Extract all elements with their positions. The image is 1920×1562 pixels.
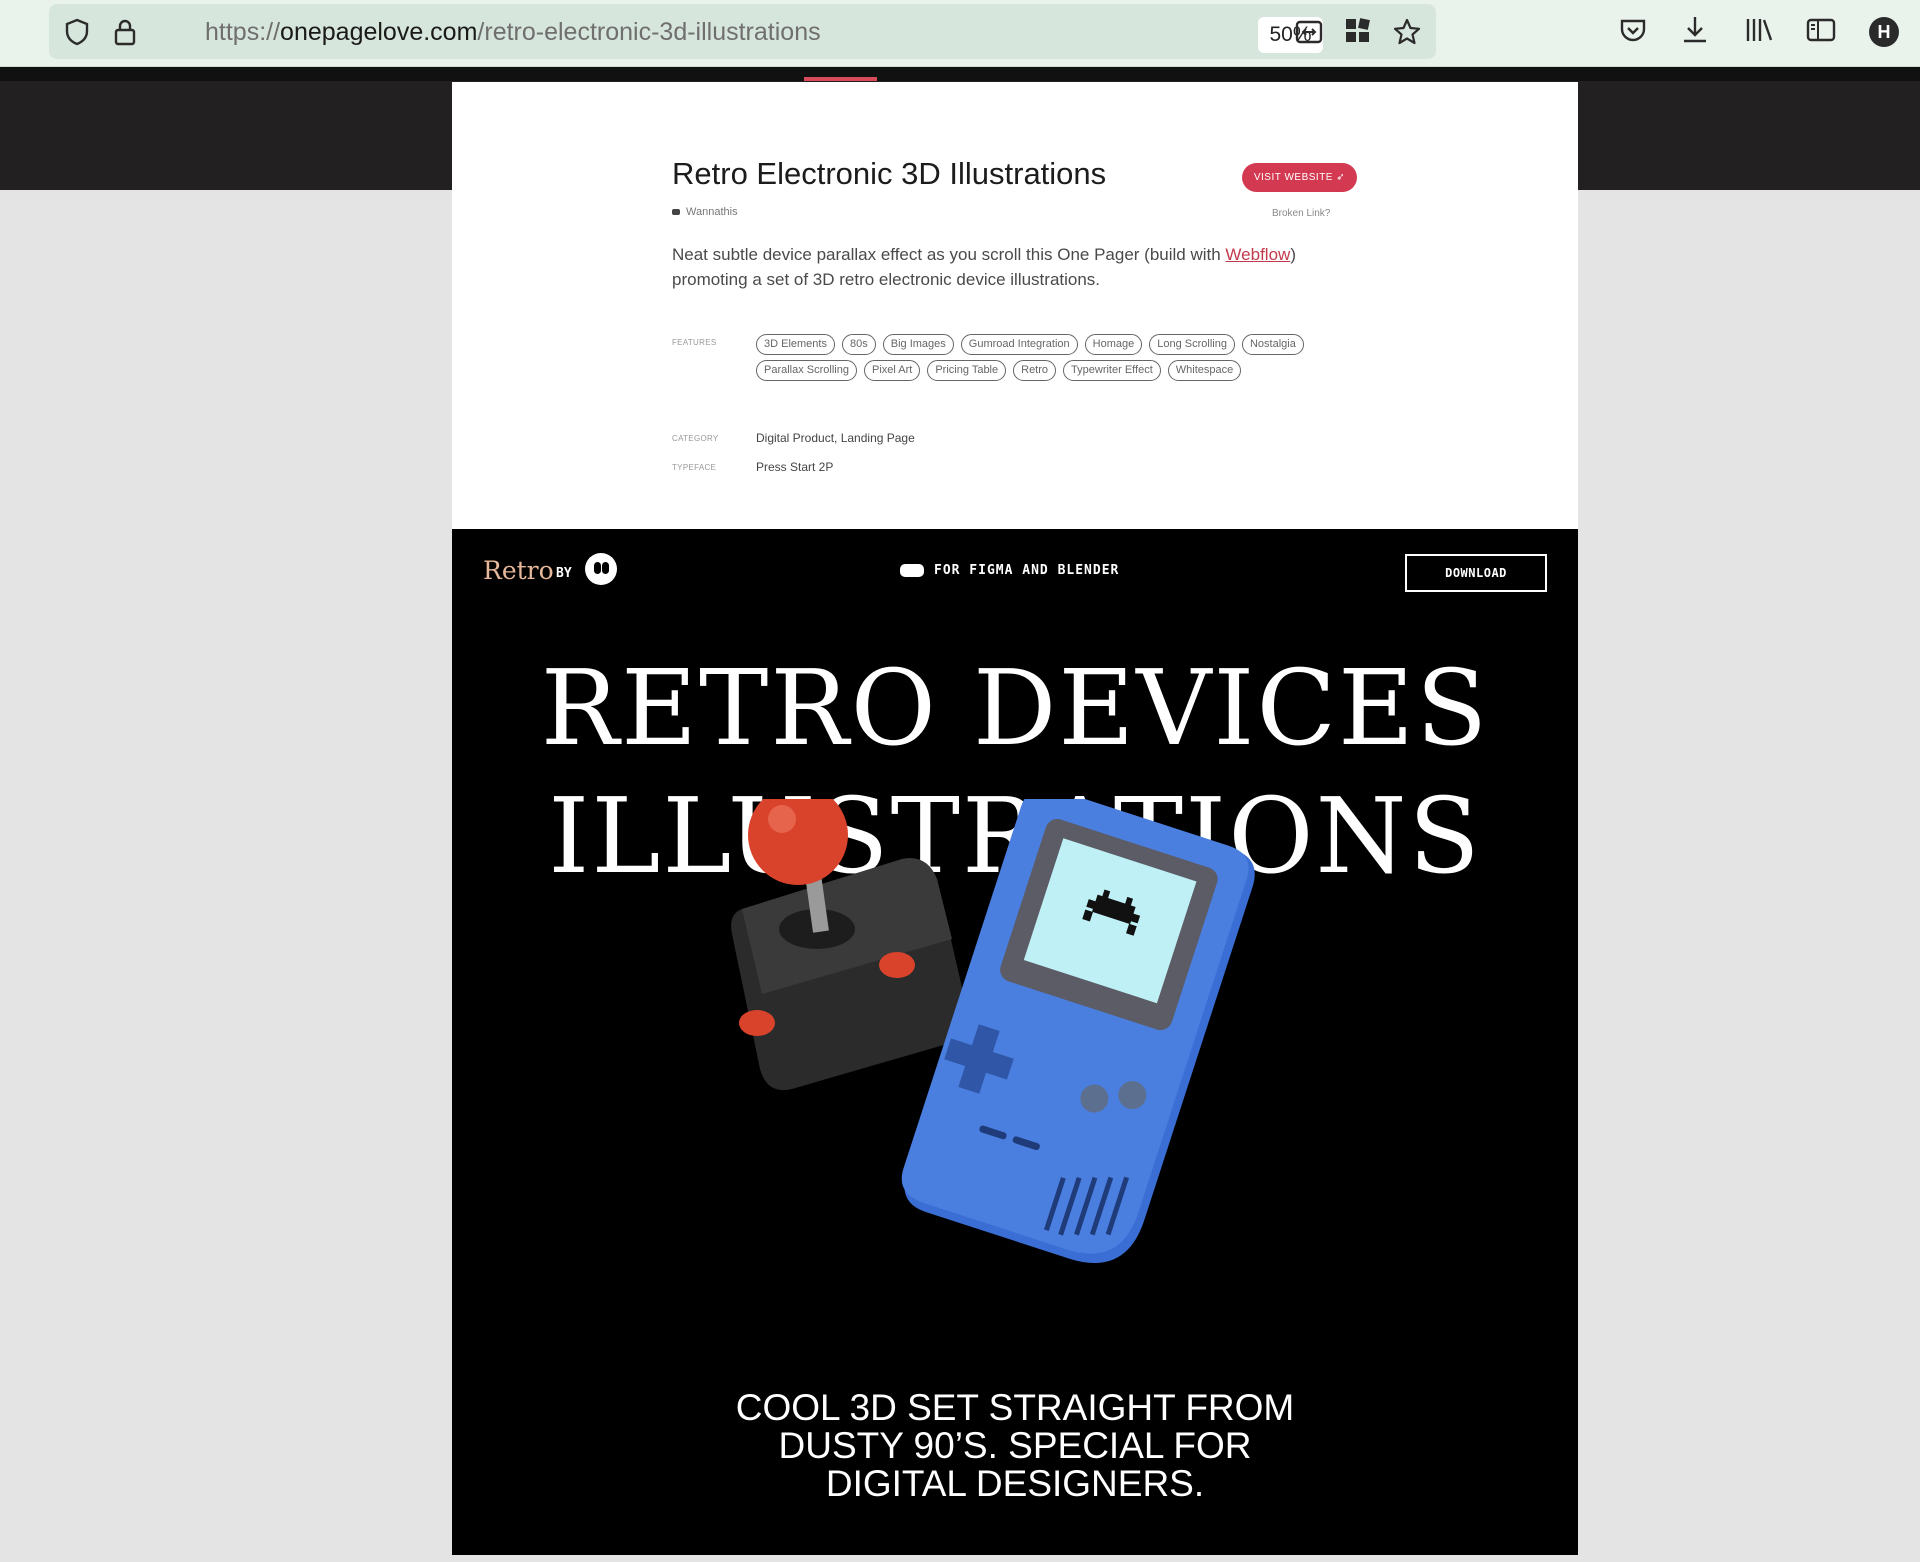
promo-text: FOR FIGMA AND BLENDER [900,563,1119,578]
download-icon[interactable] [1680,14,1710,46]
feature-tag[interactable]: Homage [1084,334,1143,355]
extensions-icon[interactable] [1344,17,1372,45]
address-bar[interactable]: https://onepagelove.com/retro-electronic… [49,4,1436,59]
logo-by: BY [556,566,572,581]
feature-tag[interactable]: 3D Elements [756,334,835,355]
feature-tag[interactable]: Parallax Scrolling [756,360,857,381]
library-icon[interactable] [1744,16,1774,44]
feature-tag[interactable]: Pixel Art [863,360,921,381]
retro-devices-illustration [731,799,1255,1263]
feature-tag[interactable]: Typewriter Effect [1063,360,1161,381]
author-icon [672,209,680,216]
feature-tags: 3D Elements 80s Big Images Gumroad Integrat… [756,334,1316,381]
category-label: CATEGORY [672,434,719,443]
browser-toolbar: https://onepagelove.com/retro-electronic… [0,0,1920,67]
description: Neat subtle device parallax effect as yo… [672,245,1296,289]
download-button[interactable]: DOWNLOAD [1405,554,1547,592]
webflow-link[interactable]: Webflow [1225,245,1290,264]
category-value[interactable]: Digital Product, Landing Page [756,431,915,445]
subheading: COOL 3D SET STRAIGHT FROM DUSTY 90’S. SP… [735,1387,1295,1504]
feature-tag[interactable]: Retro [1013,360,1057,381]
eyes-logo-icon [585,553,617,585]
site-preview: Retro BY FOR FIGMA AND BLENDER DOWNLOAD … [452,529,1578,1555]
gameboy-illustration [901,799,1255,1263]
typeface-label: TYPEFACE [672,463,717,472]
shield-icon[interactable] [63,18,91,46]
page-title: Retro Electronic 3D Illustrations [672,156,1107,191]
feature-tag[interactable]: 80s [841,334,876,355]
feature-tag[interactable]: Pricing Table [927,360,1007,381]
feature-tag[interactable]: Long Scrolling [1149,334,1235,355]
avatar[interactable]: H [1869,17,1899,47]
pocket-icon[interactable] [1618,16,1648,46]
active-nav-indicator [804,77,877,81]
listing-card: Retro Electronic 3D Illustrations VISIT … [452,82,1578,529]
hero-line-1: RETRO DEVICES [540,647,1490,769]
author-name: Wannathis [686,206,738,218]
feature-tag[interactable]: Gumroad Integration [960,334,1078,355]
features-label: FEATURES [672,338,717,347]
gamepad-icon [900,564,924,577]
site-logo[interactable]: Retro [483,556,554,585]
typeface-value[interactable]: Press Start 2P [756,460,833,474]
visit-website-button[interactable]: VISIT WEBSITE ➶ [1242,163,1357,192]
feature-tag[interactable]: Whitespace [1167,360,1242,381]
feature-tag[interactable]: Nostalgia [1241,334,1304,355]
joystick-illustration [731,799,968,1091]
sidebar-icon[interactable] [1806,17,1836,43]
lock-icon[interactable] [112,18,138,46]
url-text[interactable]: https://onepagelove.com/retro-electronic… [205,18,821,47]
feature-tag[interactable]: Big Images [882,334,954,355]
bookmark-star-icon[interactable] [1392,17,1422,47]
broken-link[interactable]: Broken Link? [1272,208,1330,219]
author-link[interactable]: Wannathis [672,206,738,218]
reader-view-icon[interactable] [1295,18,1323,46]
